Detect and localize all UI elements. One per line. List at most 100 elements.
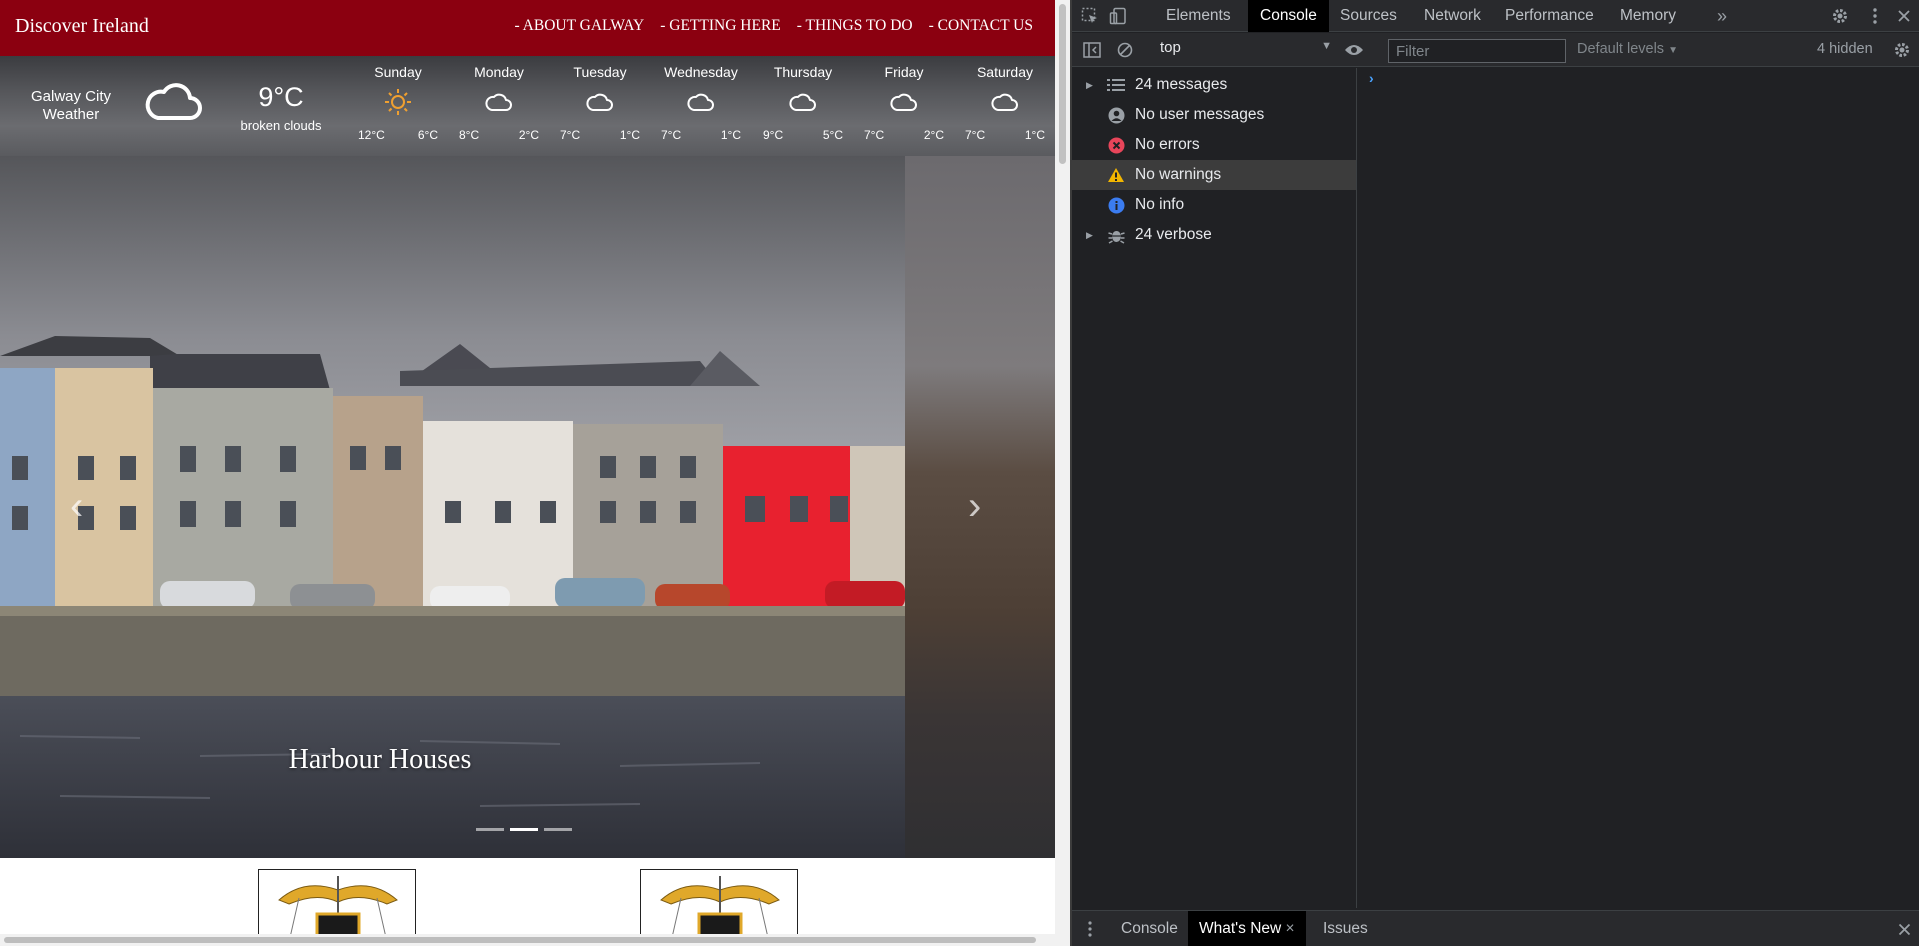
warning-icon [1107,166,1125,184]
drawer-menu-icon[interactable] [1084,919,1096,939]
day-name: Saturday [976,64,1034,80]
website-viewport: Discover Ireland - ABOUT GALWAY - GETTIN… [0,0,1055,946]
day-low-temp: 1°C [720,128,741,142]
horizontal-scrollbar[interactable] [0,934,1055,946]
close-drawer-icon[interactable] [1894,919,1914,939]
clear-console-icon[interactable] [1115,40,1135,60]
galway-crest-logo-2 [640,869,798,941]
devtools-tabbar: Elements Console Sources Network Performance… [1072,0,1919,32]
carousel-indicator[interactable] [510,828,538,831]
day-name: Monday [474,64,524,80]
tab-memory[interactable]: Memory [1608,0,1688,32]
vertical-scroll-thumb[interactable] [1059,4,1066,164]
expand-arrow-icon[interactable]: ▶ [1086,80,1093,91]
sidebar-item-bug[interactable]: ▶ 24 verbose [1072,220,1356,250]
more-tabs-icon[interactable]: » [1710,4,1734,28]
dropdown-caret-icon: ▼ [1321,40,1332,52]
sidebar-item-warning[interactable]: No warnings [1072,160,1356,190]
slide-caption: Harbour Houses [288,744,472,775]
site-brand[interactable]: Discover Ireland [15,15,149,38]
drawer-tabbar: Console What's New × Issues [1072,910,1919,946]
sidebar-item-info[interactable]: No info [1072,190,1356,220]
sidebar-item-list[interactable]: ▶ 24 messages [1072,70,1356,100]
forecast-day-tuesday: Tuesday 7°C 1°C [555,64,645,142]
console-sidebar: ▶ 24 messages No user messages No errors No … [1072,68,1357,908]
sun-icon [353,85,443,119]
drawer-tab-issues[interactable]: Issues [1312,911,1379,946]
cloud-icon [656,85,746,119]
list-icon [1107,76,1125,94]
tab-performance[interactable]: Performance [1493,0,1606,32]
console-settings-gear-icon[interactable] [1892,40,1912,60]
nav-getting-here[interactable]: - GETTING HERE [660,17,781,35]
context-label: top [1160,39,1181,56]
site-navbar: Discover Ireland - ABOUT GALWAY - GETTIN… [0,0,1055,56]
day-high-temp: 8°C [459,128,480,142]
drawer-tab-console[interactable]: Console [1110,911,1189,946]
console-prompt[interactable]: › [1369,70,1374,86]
horizontal-scroll-thumb[interactable] [4,937,1036,943]
error-icon [1107,136,1125,154]
inspect-element-icon[interactable] [1080,6,1100,26]
tab-network[interactable]: Network [1412,0,1493,32]
carousel-indicators [476,828,572,831]
bug-icon [1107,226,1125,244]
carousel-indicator[interactable] [476,828,504,831]
sidebar-item-label: 24 verbose [1135,226,1212,243]
close-tab-icon[interactable]: × [1281,920,1295,937]
carousel-indicator[interactable] [544,828,572,831]
sidebar-item-label: 24 messages [1135,76,1228,93]
forecast-day-monday: Monday 8°C 2°C [454,64,544,142]
image-carousel[interactable]: ‹ › Harbour Houses [0,156,1055,858]
day-low-temp: 1°C [619,128,640,142]
nav-things-to-do[interactable]: - THINGS TO DO [797,17,913,35]
settings-gear-icon[interactable] [1830,6,1850,26]
day-name: Tuesday [573,64,627,80]
sidebar-toggle-icon[interactable] [1082,40,1102,60]
log-levels-dropdown[interactable]: Default levels ▼ [1577,41,1678,57]
drawer-tab-what-s-new[interactable]: What's New × [1188,911,1306,946]
kebab-menu-icon[interactable] [1865,6,1885,26]
device-toolbar-icon[interactable] [1108,6,1128,26]
cloud-icon [555,85,645,119]
console-filter-input[interactable] [1388,39,1566,63]
day-high-temp: 12°C [358,128,385,142]
vertical-scrollbar[interactable] [1055,0,1070,946]
sidebar-item-label: No info [1135,196,1185,213]
chevron-down-icon: ▼ [1668,45,1678,56]
cloud-icon [758,85,848,119]
nav-about-galway[interactable]: - ABOUT GALWAY [514,17,644,35]
day-high-temp: 7°C [864,128,885,142]
day-high-temp: 9°C [763,128,784,142]
cloud-icon [859,85,949,119]
day-high-temp: 7°C [661,128,682,142]
sidebar-item-label: No user messages [1135,106,1265,123]
day-name: Thursday [773,64,833,80]
info-icon [1107,196,1125,214]
tab-elements[interactable]: Elements [1154,0,1243,32]
tab-console[interactable]: Console [1248,0,1329,32]
console-toolbar: top ▼ Default levels ▼ 4 hidden [1072,33,1919,67]
drawer-tab-label: What's New [1199,920,1282,937]
day-name: Wednesday [664,64,738,80]
close-devtools-icon[interactable] [1894,6,1914,26]
tab-sources[interactable]: Sources [1328,0,1409,32]
drawer-tab-label: Issues [1323,920,1368,937]
nav-contact-us[interactable]: - CONTACT US [929,17,1033,35]
weather-city: Galway City Weather [30,88,112,123]
galway-crest-logo [258,869,416,941]
sidebar-item-error[interactable]: No errors [1072,130,1356,160]
content-section [0,858,1055,941]
context-selector[interactable]: top ▼ [1160,39,1332,61]
carousel-prev-button[interactable]: ‹ [70,486,83,526]
expand-arrow-icon[interactable]: ▶ [1086,230,1093,241]
sidebar-item-user[interactable]: No user messages [1072,100,1356,130]
drawer-tab-label: Console [1121,920,1178,937]
cloud-icon [960,85,1050,119]
day-low-temp: 6°C [417,128,438,142]
weather-description: broken clouds [240,118,322,133]
forecast-day-friday: Friday 7°C 2°C [859,64,949,142]
live-expression-eye-icon[interactable] [1342,40,1366,60]
cloud-icon [144,80,202,129]
carousel-next-button[interactable]: › [968,486,981,526]
